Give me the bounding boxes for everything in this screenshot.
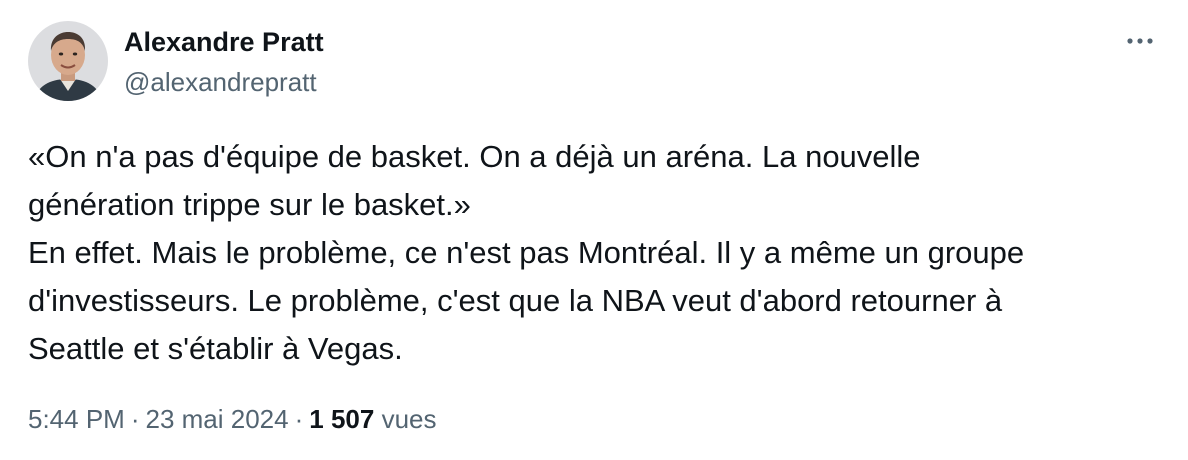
tweet-time[interactable]: 5:44 PM xyxy=(28,404,125,434)
more-options-button[interactable] xyxy=(1120,26,1160,56)
tweet-text: «On n'a pas d'équipe de basket. On a déj… xyxy=(28,133,1168,373)
tweet-meta: 5:44 PM · 23 mai 2024 · 1 507 vues xyxy=(28,402,437,436)
views-count: 1 507 xyxy=(309,404,375,434)
more-horizontal-icon xyxy=(1127,38,1153,44)
tweet-text-line: Seattle et s'établir à Vegas. xyxy=(28,331,403,366)
meta-separator: · xyxy=(294,404,304,434)
avatar[interactable] xyxy=(28,21,108,101)
meta-separator: · xyxy=(130,404,140,434)
tweet-card: Alexandre Pratt @alexandrepratt «On n'a … xyxy=(0,0,1188,460)
avatar-photo xyxy=(28,21,108,101)
tweet-text-line: En effet. Mais le problème, ce n'est pas… xyxy=(28,235,1025,270)
views-label: vues xyxy=(381,404,437,434)
author-display-name[interactable]: Alexandre Pratt xyxy=(124,26,324,58)
tweet-text-line: d'investisseurs. Le problème, c'est que … xyxy=(28,283,1003,318)
author-handle[interactable]: @alexandrepratt xyxy=(124,66,317,98)
tweet-text-line: génération trippe sur le basket.» xyxy=(28,187,471,222)
tweet-date[interactable]: 23 mai 2024 xyxy=(146,404,289,434)
tweet-text-line: «On n'a pas d'équipe de basket. On a déj… xyxy=(28,139,921,174)
